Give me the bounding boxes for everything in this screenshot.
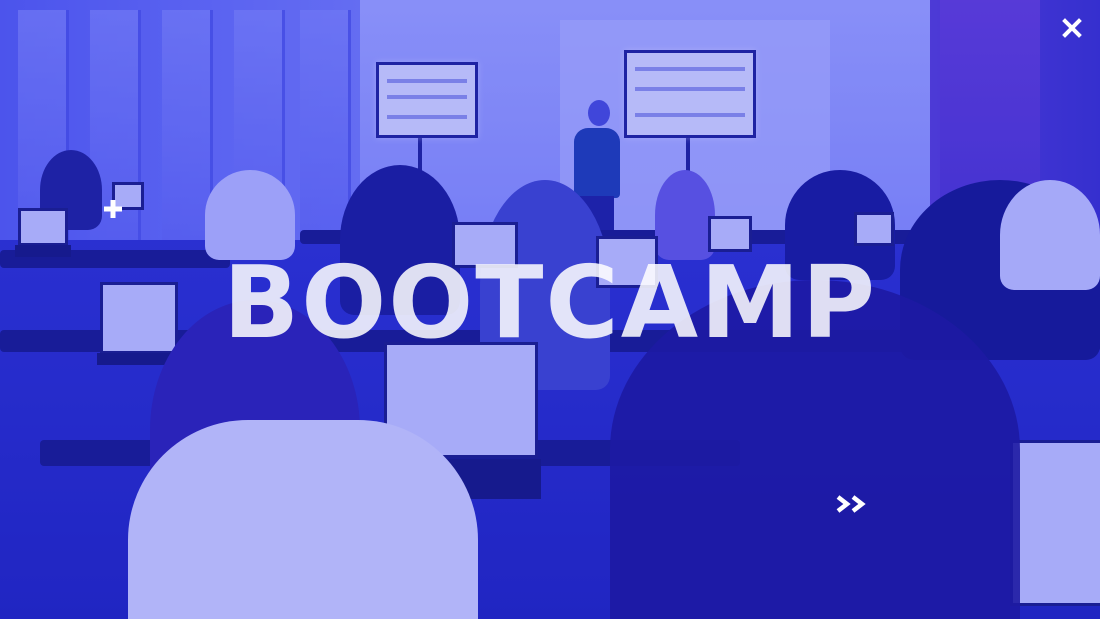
close-icon: [1062, 18, 1082, 38]
double-chevron-right-icon: [835, 494, 871, 519]
plus-icon: [102, 198, 124, 220]
slide: BOOTCAMP: [0, 0, 1100, 619]
next-button[interactable]: [834, 494, 872, 518]
close-button[interactable]: [1058, 14, 1086, 42]
headline-title: BOOTCAMP: [222, 244, 878, 361]
